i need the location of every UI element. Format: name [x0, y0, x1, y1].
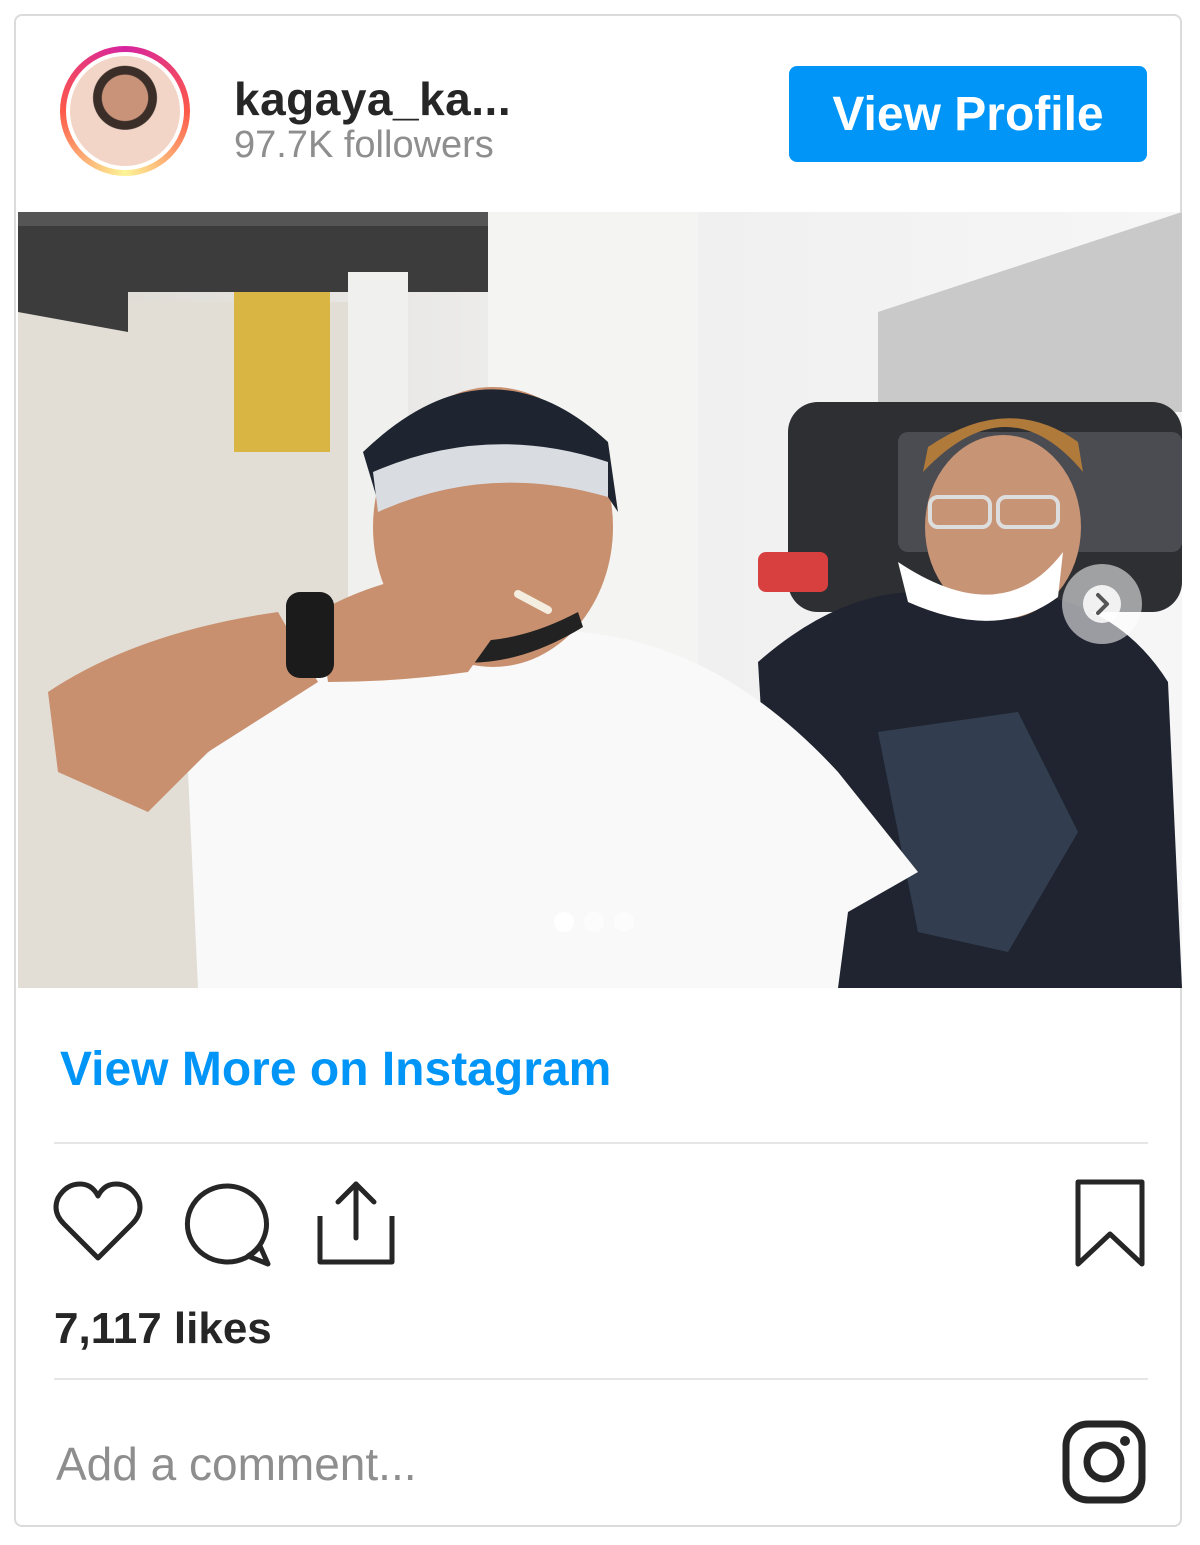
carousel-next-button[interactable] — [1062, 564, 1142, 644]
instagram-embed-card: kagaya_ka... 97.7K followers View Profil… — [14, 14, 1182, 1527]
share-button[interactable] — [314, 1176, 398, 1273]
like-button[interactable] — [52, 1180, 144, 1269]
bookmark-icon — [1075, 1179, 1145, 1267]
view-more-link[interactable]: View More on Instagram — [60, 1042, 611, 1097]
photo-illustration — [18, 212, 1182, 988]
like-count: 7,117 likes — [54, 1304, 272, 1353]
carousel-dot — [584, 912, 604, 932]
avatar[interactable] — [60, 46, 190, 176]
carousel-indicator — [554, 912, 634, 932]
divider — [54, 1378, 1148, 1380]
post-header: kagaya_ka... 97.7K followers View Profil… — [16, 16, 1180, 212]
post-photo[interactable] — [18, 212, 1182, 988]
chevron-right-icon — [1083, 585, 1121, 623]
instagram-logo-button[interactable] — [1062, 1420, 1146, 1509]
avatar-image — [66, 52, 184, 170]
follower-count: 97.7K followers — [234, 124, 494, 166]
username[interactable]: kagaya_ka... — [234, 72, 511, 126]
instagram-logo-icon — [1062, 1420, 1146, 1504]
carousel-dot — [614, 912, 634, 932]
action-bar — [16, 1166, 1180, 1276]
heart-icon — [53, 1181, 143, 1261]
comment-button[interactable] — [182, 1180, 274, 1273]
carousel-dot — [554, 912, 574, 932]
comment-icon — [184, 1183, 271, 1267]
share-icon — [317, 1181, 395, 1265]
view-profile-button[interactable]: View Profile — [789, 66, 1147, 162]
comment-input[interactable] — [54, 1428, 958, 1500]
save-button[interactable] — [1072, 1178, 1148, 1273]
divider — [54, 1142, 1148, 1144]
